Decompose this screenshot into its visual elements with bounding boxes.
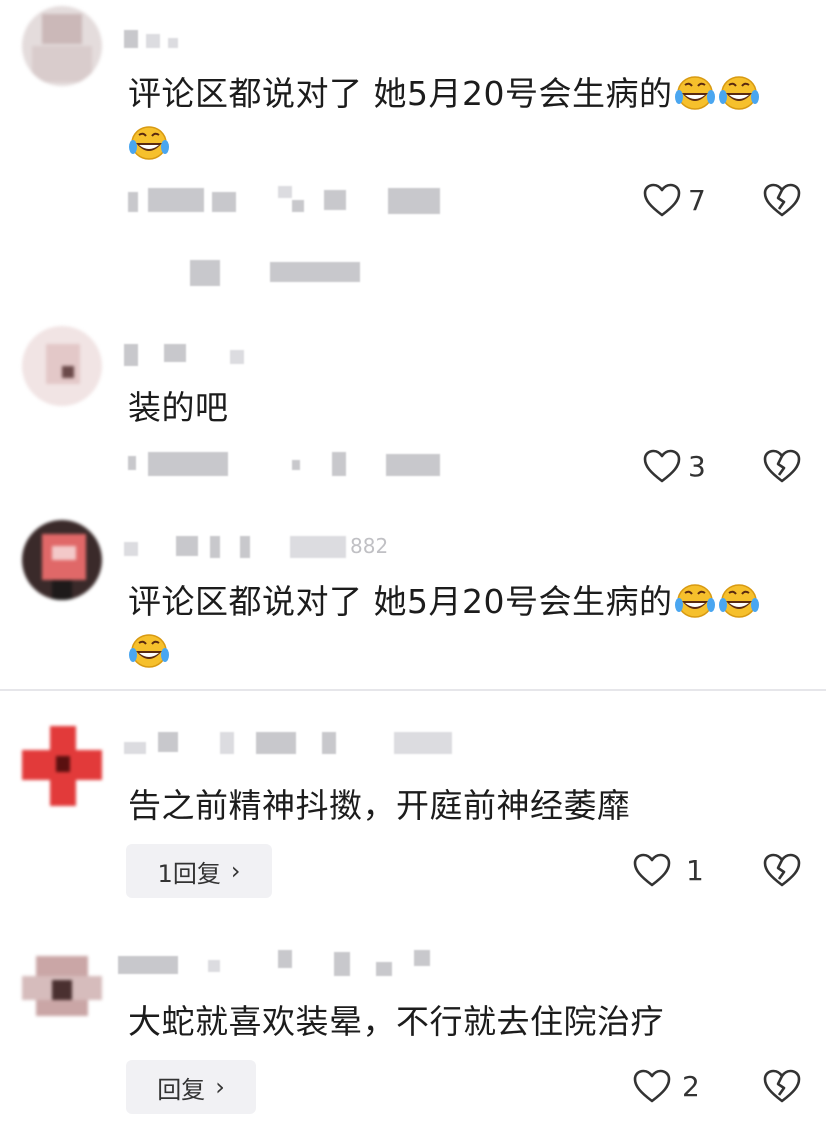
dislike-button[interactable] <box>762 852 802 888</box>
comment-meta-blurred <box>190 256 430 286</box>
comment-text: 大蛇就喜欢装晕，不行就去住院治疗 <box>128 1002 664 1041</box>
dislike-button[interactable] <box>762 448 802 484</box>
rolling-laugh-emoji <box>128 631 170 669</box>
comment-meta-blurred <box>128 450 448 480</box>
chevron-right-icon: › <box>215 1073 225 1101</box>
rolling-laugh-emoji <box>674 73 716 111</box>
username-partial: 882 <box>350 534 389 558</box>
avatar[interactable] <box>22 726 102 806</box>
like-button[interactable]: 1 <box>632 852 704 888</box>
like-count: 3 <box>688 449 706 483</box>
username-blurred[interactable] <box>124 732 454 754</box>
reply-button[interactable]: 1回复 › <box>126 844 272 898</box>
broken-heart-icon <box>762 1068 802 1104</box>
dislike-button[interactable] <box>762 182 802 218</box>
rolling-laugh-emoji <box>128 123 170 161</box>
comment-text-continuation <box>128 626 170 678</box>
like-button[interactable]: 7 <box>642 182 706 218</box>
username-blurred[interactable]: 882 <box>124 534 424 558</box>
comment-text: 评论区都说对了 她5月20号会生病的 <box>128 68 760 120</box>
like-count: 1 <box>686 853 704 887</box>
comment-text: 评论区都说对了 她5月20号会生病的 <box>128 576 760 628</box>
reply-label: 1回复 <box>157 859 221 888</box>
heart-outline-icon <box>642 182 682 218</box>
like-button[interactable]: 2 <box>632 1068 700 1104</box>
chevron-right-icon: › <box>230 857 241 885</box>
username-blurred[interactable] <box>124 30 184 52</box>
section-divider <box>0 689 826 691</box>
broken-heart-icon <box>762 448 802 484</box>
heart-outline-icon <box>642 448 682 484</box>
avatar[interactable] <box>22 520 102 600</box>
broken-heart-icon <box>762 852 802 888</box>
like-count: 2 <box>682 1069 700 1103</box>
like-button[interactable]: 3 <box>642 448 706 484</box>
username-blurred[interactable] <box>118 950 438 976</box>
comment-text: 装的吧 <box>128 388 229 427</box>
username-blurred[interactable] <box>124 344 264 366</box>
reply-button[interactable]: 回复 › <box>126 1060 256 1114</box>
avatar[interactable] <box>22 6 102 86</box>
avatar[interactable] <box>22 946 102 1026</box>
comment-text: 告之前精神抖擞，开庭前神经萎靡 <box>128 786 631 825</box>
dislike-button[interactable] <box>762 1068 802 1104</box>
comment-text-continuation <box>128 118 170 170</box>
reply-label: 回复 <box>157 1075 206 1104</box>
avatar[interactable] <box>22 326 102 406</box>
rolling-laugh-emoji <box>674 581 716 619</box>
heart-outline-icon <box>632 1068 672 1104</box>
broken-heart-icon <box>762 182 802 218</box>
rolling-laugh-emoji <box>718 581 760 619</box>
heart-outline-icon <box>632 852 672 888</box>
like-count: 7 <box>688 183 706 217</box>
comment-meta-blurred <box>128 186 458 216</box>
rolling-laugh-emoji <box>718 73 760 111</box>
